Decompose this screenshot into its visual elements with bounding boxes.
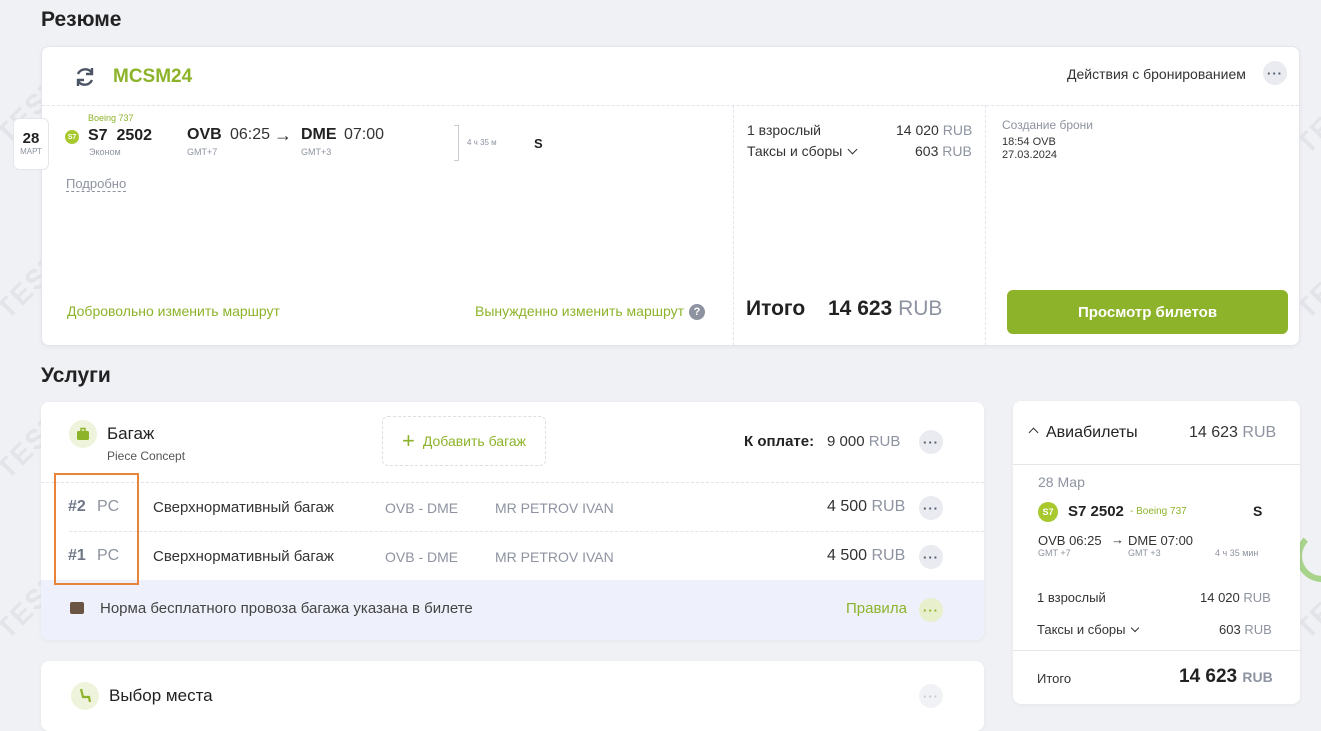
voluntary-change-link[interactable]: Добровольно изменить маршрут	[67, 303, 280, 319]
sidebar-aircraft: - Boeing 737	[1130, 506, 1187, 517]
fare-class: S	[534, 136, 543, 151]
sidebar-departure: OVB 06:25	[1038, 533, 1102, 548]
baggage-price: 4 500 RUB	[827, 498, 906, 515]
arrival-time: 07:00	[344, 126, 385, 143]
chevron-down-icon	[847, 144, 858, 155]
row-menu-button[interactable]: ···	[919, 545, 943, 569]
taxes-toggle[interactable]: Таксы и сборы	[747, 143, 858, 159]
sidebar-departure-tz: GMT +7	[1038, 548, 1071, 558]
baggage-route: OVB - DME	[385, 500, 459, 516]
arrow-right-icon: →	[274, 125, 292, 145]
view-tickets-button[interactable]: Просмотр билетов	[1007, 290, 1288, 334]
sidebar-date: 28 Мар	[1038, 474, 1085, 490]
help-icon[interactable]: ?	[689, 304, 705, 320]
arrival-tz: GMT+3	[301, 147, 332, 157]
rules-menu-button[interactable]: ···	[919, 598, 943, 622]
add-baggage-button[interactable]: + Добавить багаж	[382, 416, 546, 466]
divider	[985, 105, 986, 345]
details-link[interactable]: Подробно	[66, 176, 127, 192]
rules-link[interactable]: Правила	[846, 600, 907, 617]
taxes-amount: 603 RUB	[915, 143, 972, 159]
s7-logo-icon: S7	[65, 130, 79, 144]
summary-card: MCSM24 Действия с бронированием ··· Boei…	[41, 46, 1300, 346]
baggage-name: Сверхнормативный багаж	[153, 499, 334, 516]
to-pay-amount: 9 000 RUB	[827, 433, 901, 450]
date-badge: 28 МАРТ	[13, 118, 49, 170]
seat-title: Выбор места	[109, 686, 213, 705]
duration-bracket	[454, 125, 459, 161]
cabin-class: Эконом	[89, 147, 121, 157]
booking-actions-menu-button[interactable]: ···	[1263, 61, 1287, 85]
chevron-up-icon	[1028, 427, 1039, 438]
date-day: 28	[22, 130, 40, 147]
suitcase-icon	[70, 602, 84, 614]
sidebar-header-total: 14 623 RUB	[1189, 424, 1277, 441]
divider	[733, 105, 734, 345]
divider	[1013, 464, 1300, 465]
baggage-route: OVB - DME	[385, 549, 459, 565]
sidebar-total-label: Итого	[1037, 671, 1072, 686]
departure-time: 06:25	[230, 126, 271, 143]
baggage-subtitle: Piece Concept	[107, 449, 186, 463]
sidebar-taxes-toggle[interactable]: Таксы и сборы	[1037, 622, 1140, 637]
booking-actions-label[interactable]: Действия с бронированием	[1067, 66, 1246, 82]
seat-icon	[71, 682, 99, 710]
highlight-box	[54, 473, 139, 585]
departure-tz: GMT+7	[187, 147, 218, 157]
sidebar-fare: 14 020 RUB	[1200, 590, 1271, 605]
sidebar-title: Авиабилеты	[1046, 424, 1138, 441]
baggage-name: Сверхнормативный багаж	[153, 548, 334, 565]
sidebar-arrival-tz: GMT +3	[1128, 548, 1161, 558]
table-row: #1 PC Сверхнормативный багаж OVB - DME M…	[41, 532, 984, 580]
sidebar-passengers: 1 взрослый	[1037, 590, 1106, 605]
baggage-title: Багаж	[107, 424, 155, 443]
sidebar-taxes: 603 RUB	[1219, 622, 1272, 637]
baggage-passenger: MR PETROV IVAN	[495, 500, 614, 516]
baggage-note-bar: Норма бесплатного провоза багажа указана…	[41, 580, 984, 640]
baggage-price: 4 500 RUB	[827, 547, 906, 564]
baggage-card: Багаж Piece Concept + Добавить багаж К оп…	[41, 402, 984, 640]
total-amount: 14 623 RUB	[828, 297, 943, 320]
table-row: #2 PC Сверхнормативный багаж OVB - DME M…	[41, 483, 984, 531]
sidebar-arrival: DME 07:00	[1128, 533, 1194, 548]
seat-card: Выбор места ···	[41, 661, 984, 731]
baggage-menu-button[interactable]: ···	[919, 430, 943, 454]
date-month: МАРТ	[20, 147, 42, 156]
row-menu-button[interactable]: ···	[919, 496, 943, 520]
sidebar-flight: S7 2502	[1068, 503, 1124, 520]
fare-amount: 14 020 RUB	[896, 122, 973, 138]
to-pay-label: К оплате:	[744, 433, 815, 450]
seat-menu-button[interactable]: ···	[919, 684, 943, 708]
aircraft-label: Boeing 737	[88, 113, 134, 123]
plus-icon: +	[401, 428, 415, 453]
baggage-passenger: MR PETROV IVAN	[495, 549, 614, 565]
services-title: Услуги	[41, 364, 111, 387]
flight-number: S7 2502	[88, 127, 153, 144]
sidebar-summary: Авиабилеты 14 623 RUB 28 Мар S7 S7 2502 …	[1013, 401, 1300, 704]
baggage-note-text: Норма бесплатного провоза багажа указана…	[100, 600, 473, 617]
sidebar-total: 14 623 RUB	[1179, 666, 1273, 687]
arrival-code: DME	[301, 126, 337, 143]
divider	[42, 105, 1299, 106]
refresh-icon[interactable]	[72, 64, 98, 90]
booking-time: 18:54 OVB	[1002, 136, 1056, 148]
chevron-down-icon	[1130, 623, 1140, 633]
sidebar-fare-class: S	[1253, 503, 1263, 519]
flight-duration: 4 ч 35 м	[467, 138, 497, 147]
divider	[1013, 650, 1300, 651]
s7-logo-icon: S7	[1038, 502, 1058, 522]
departure-code: OVB	[187, 126, 222, 143]
baggage-icon	[69, 420, 97, 448]
sidebar-duration: 4 ч 35 мин	[1215, 548, 1259, 558]
forced-change-link[interactable]: Вынужденно изменить маршрут	[475, 303, 684, 319]
arrow-right-icon: →	[1111, 532, 1124, 547]
total-label: Итого	[746, 297, 806, 320]
pnr-code: MCSM24	[113, 66, 193, 87]
booking-created-label: Создание брони	[1002, 118, 1094, 132]
booking-date: 27.03.2024	[1002, 149, 1058, 161]
sidebar-header-toggle[interactable]: Авиабилеты 14 623 RUB	[1013, 401, 1300, 464]
passengers-label: 1 взрослый	[747, 122, 821, 138]
summary-title: Резюме	[41, 8, 122, 31]
